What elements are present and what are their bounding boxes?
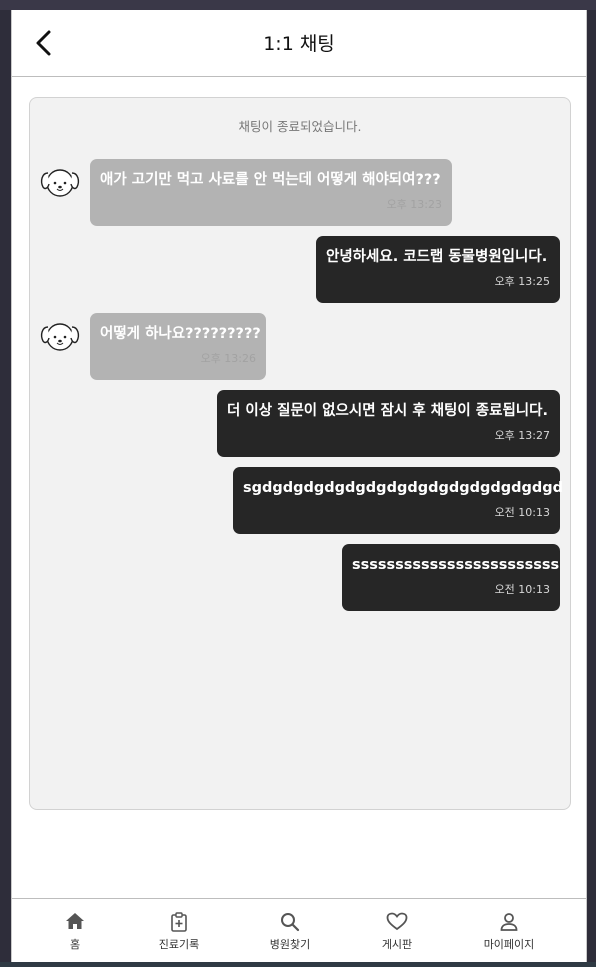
clipboard-plus-icon: [171, 912, 187, 932]
page-title: 1:1 채팅: [263, 33, 335, 55]
search-icon: [281, 913, 300, 932]
dog-avatar-icon: [40, 169, 80, 197]
tab-label: 게시판: [381, 938, 413, 951]
message-time: 오후 13:25: [494, 275, 550, 288]
received-message-bubble[interactable]: 어떻게 하나요????????? 오후 13:26: [90, 313, 266, 380]
tab-label: 홈: [69, 938, 81, 951]
header: 1:1 채팅: [12, 10, 586, 77]
sent-message-bubble[interactable]: 안녕하세요. 코드랩 동물병원입니다. 오후 13:25: [316, 236, 560, 303]
tab-label: 병원찾기: [269, 938, 311, 951]
chat-panel[interactable]: 채팅이 종료되었습니다. 애가 고기만 먹고 사료를 안 먹는데 어떻게 해야되…: [29, 97, 571, 810]
home-icon: [66, 913, 84, 929]
dog-avatar-icon: [40, 323, 80, 351]
message-text: sgdgdgdgdgdgdgdgdgdgdgdgdgdgdgd: [243, 480, 564, 496]
message-text: ssssssssssssssssssssssss: [352, 557, 560, 573]
user-icon: [500, 913, 518, 931]
tab-label: 마이페이지: [483, 938, 535, 951]
message-time: 오후 13:27: [494, 429, 550, 442]
sent-message-bubble[interactable]: 더 이상 질문이 없으시면 잠시 후 채팅이 종료됩니다. 오후 13:27: [217, 390, 560, 457]
message-text: 안녕하세요. 코드랩 동물병원입니다.: [326, 249, 548, 265]
chat-ended-notice: 채팅이 종료되었습니다.: [238, 119, 362, 134]
message-text: 애가 고기만 먹고 사료를 안 먹는데 어떻게 해야되여???: [100, 172, 441, 188]
window-top-strip: [0, 0, 596, 10]
tab-board[interactable]: 게시판: [342, 899, 452, 963]
message-time: 오후 13:23: [386, 198, 442, 211]
tab-label: 진료기록: [158, 938, 200, 951]
message-time: 오전 10:13: [494, 506, 550, 519]
sent-message-bubble[interactable]: ssssssssssssssssssssssss 오전 10:13: [342, 544, 560, 611]
message-time: 오후 13:26: [200, 352, 256, 365]
sent-message-bubble[interactable]: sgdgdgdgdgdgdgdgdgdgdgdgdgdgdgd 오전 10:13: [233, 467, 564, 534]
message-text: 더 이상 질문이 없으시면 잠시 후 채팅이 종료됩니다.: [227, 403, 548, 419]
message-time: 오전 10:13: [494, 583, 550, 596]
tab-my-page[interactable]: 마이페이지: [454, 899, 564, 963]
tab-find-hospital[interactable]: 병원찾기: [235, 899, 345, 963]
received-message-bubble[interactable]: 애가 고기만 먹고 사료를 안 먹는데 어떻게 해야되여??? 오후 13:23: [90, 159, 452, 226]
bottom-tab-bar: 홈 진료기록 병원찾기 게시판 마이페이지: [12, 898, 586, 962]
tab-home[interactable]: 홈: [20, 899, 130, 963]
app-screen: 1:1 채팅 채팅이 종료되었습니다. 애가 고기만 먹고 사료를 안 먹는데 …: [11, 10, 587, 962]
window-bottom-strip: [0, 962, 596, 967]
heart-icon: [386, 912, 408, 931]
tab-medical-records[interactable]: 진료기록: [124, 899, 234, 963]
message-text: 어떻게 하나요?????????: [100, 326, 261, 342]
